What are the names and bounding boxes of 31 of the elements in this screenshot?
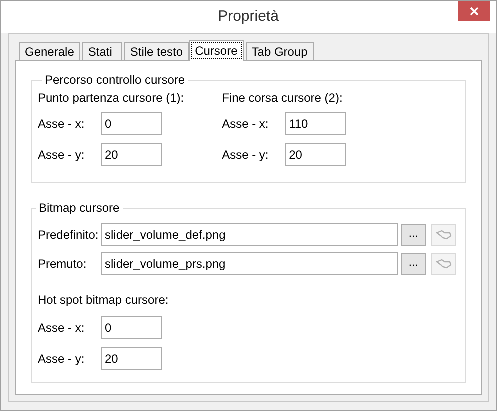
field-label: Asse - y: [222, 146, 270, 164]
input-field[interactable]: 0 [101, 112, 162, 135]
field-label: Asse - x: [38, 116, 86, 132]
group-title: Percorso controllo cursore [44, 72, 186, 89]
close-icon [470, 6, 478, 16]
section-label: Hot spot bitmap cursore: [38, 292, 170, 309]
group-title: Bitmap cursore [38, 200, 121, 217]
tab[interactable]: Stile testo [124, 42, 190, 60]
field-label: Asse - y: [38, 350, 86, 368]
input-field[interactable]: 110 [285, 112, 346, 135]
field-label: Premuto: [38, 256, 88, 272]
input-field[interactable]: 0 [101, 316, 162, 339]
input-field[interactable]: slider_volume_prs.png [101, 252, 398, 275]
tab[interactable]: Tab Group [246, 42, 314, 60]
browse-button[interactable]: ... [401, 252, 426, 274]
tab[interactable]: Cursore [189, 40, 244, 61]
field-label: Asse - y: [38, 146, 86, 164]
input-field[interactable]: slider_volume_def.png [101, 223, 398, 246]
field-label: Predefinito: [38, 226, 100, 244]
window-title: Proprietà [218, 7, 279, 27]
tab[interactable]: Generale [19, 42, 80, 60]
section-label: Fine corsa cursore (2): [222, 90, 344, 107]
browse-button[interactable]: ... [401, 224, 426, 246]
input-field[interactable]: 20 [101, 143, 162, 166]
input-field[interactable]: 20 [101, 347, 162, 370]
field-label: Asse - x: [38, 320, 86, 336]
field-label: Asse - x: [222, 116, 270, 132]
close-button[interactable] [458, 1, 490, 21]
section-label: Punto partenza cursore (1): [38, 90, 184, 107]
tab[interactable]: Stati [82, 42, 122, 60]
input-field[interactable]: 20 [285, 143, 346, 166]
